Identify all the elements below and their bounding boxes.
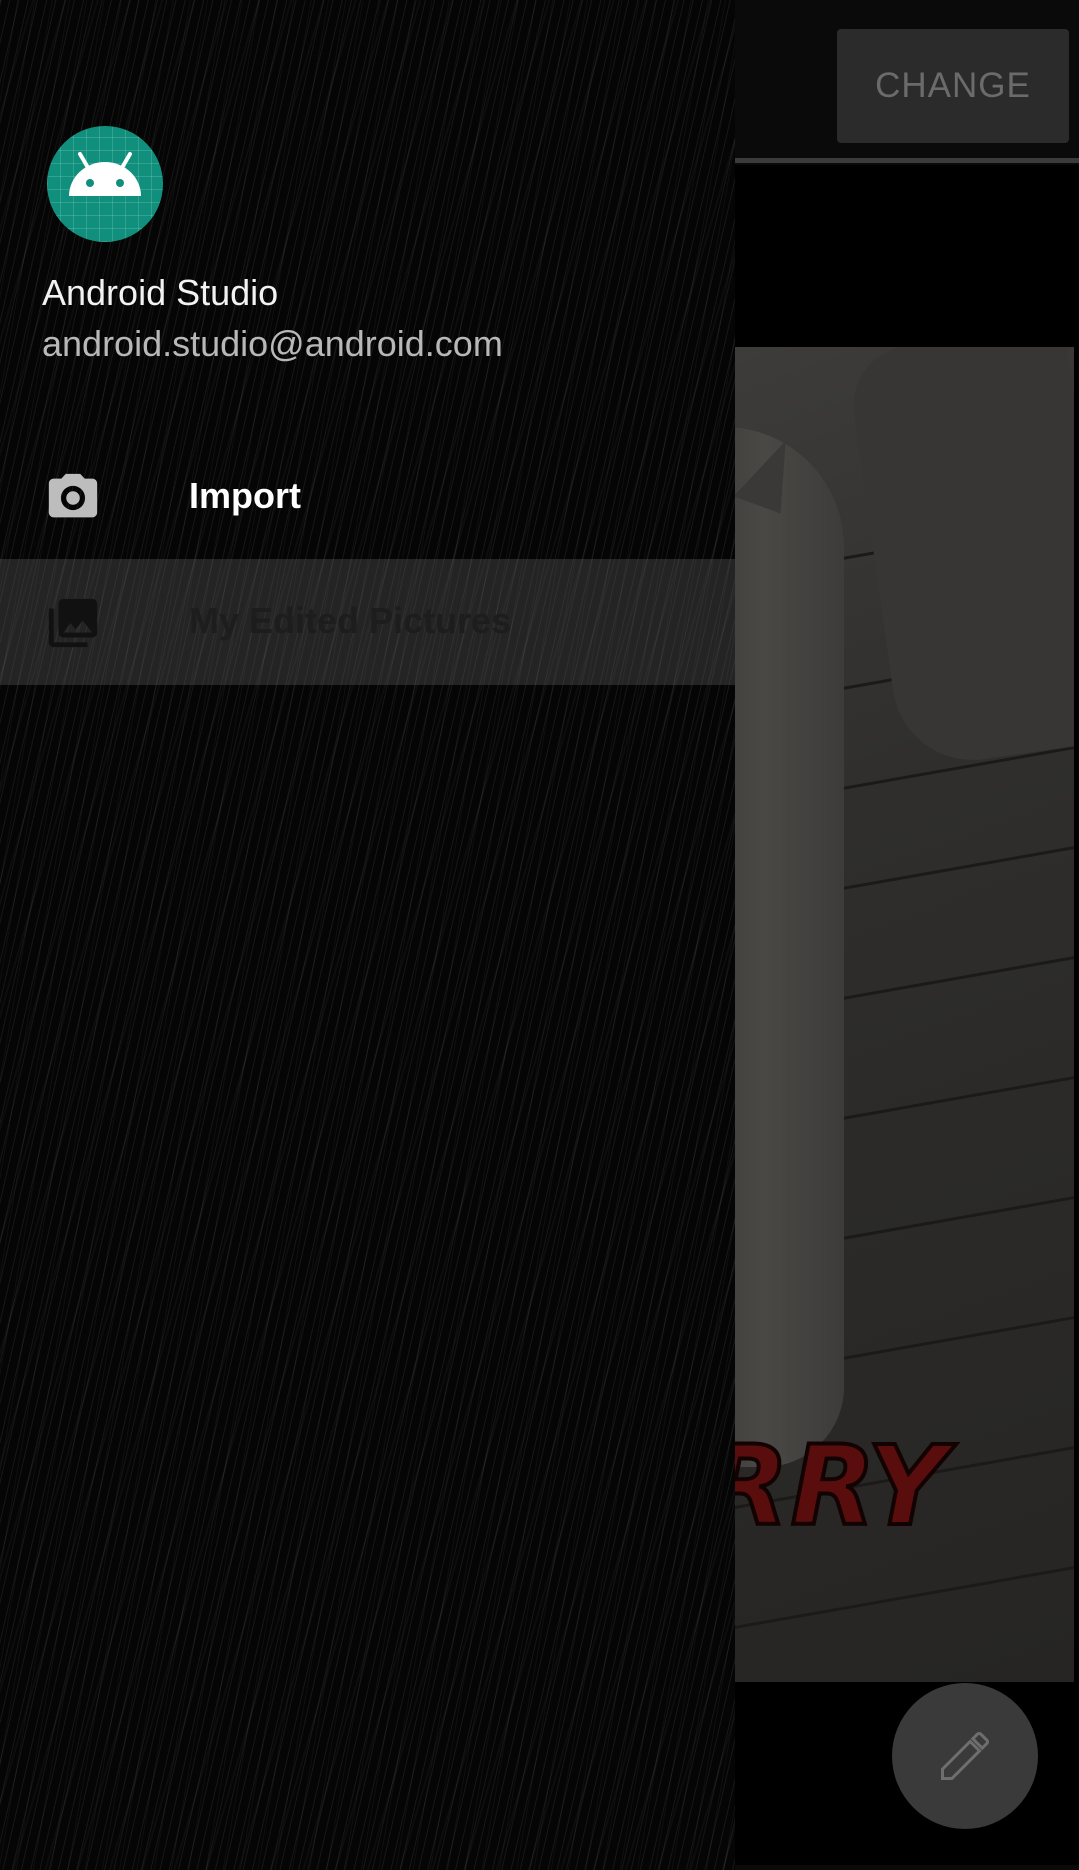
android-icon [69,152,141,196]
navigation-drawer: Android Studio android.studio@android.co… [0,0,735,1870]
menu-item-import[interactable]: Import [0,434,735,560]
user-name: Android Studio [42,272,279,313]
user-email: android.studio@android.com [42,323,503,364]
menu-item-label: My Edited Pictures [189,600,512,641]
user-avatar [47,126,163,242]
photo-library-icon [48,598,98,648]
menu-item-my-edited-pictures[interactable]: My Edited Pictures [0,559,735,685]
menu-item-label: Import [189,475,301,516]
camera-icon [48,473,98,518]
